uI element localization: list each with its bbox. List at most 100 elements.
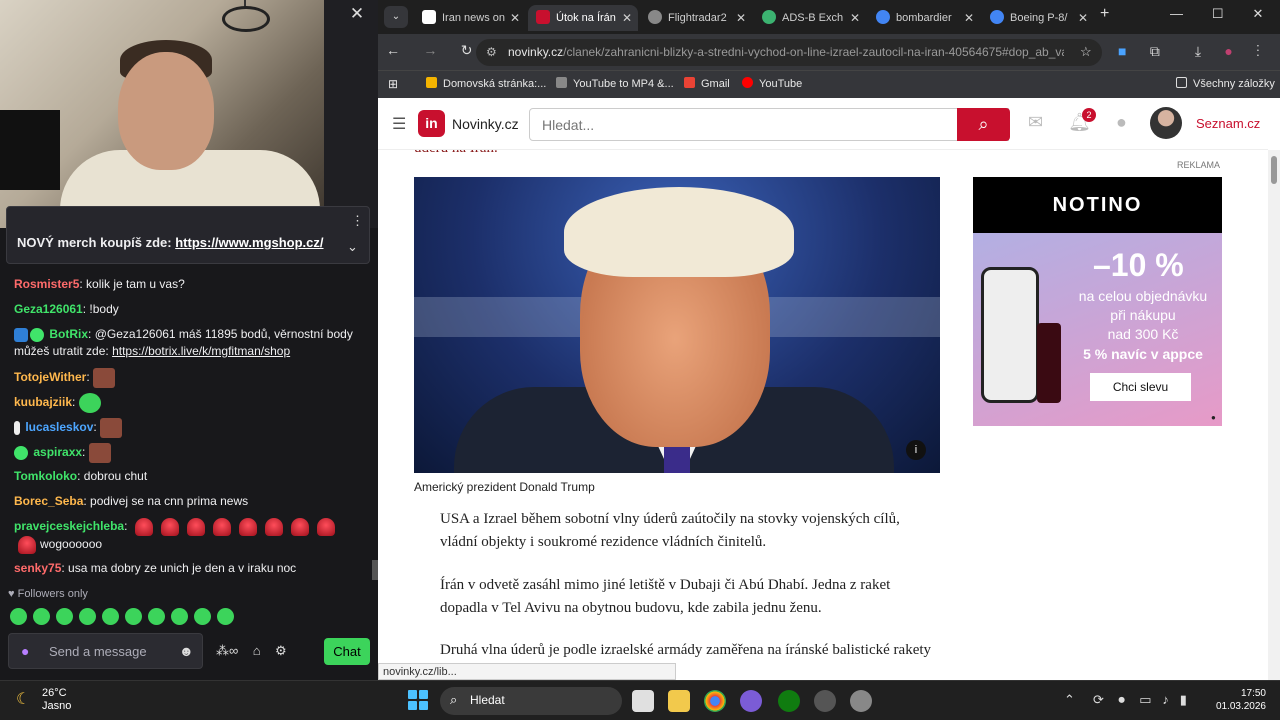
reload-icon[interactable]: ↻ <box>461 42 473 58</box>
chat-send-button[interactable]: Chat <box>324 638 370 665</box>
avatar[interactable] <box>1150 107 1182 139</box>
site-name[interactable]: Novinky.cz <box>452 116 519 132</box>
chat-link[interactable]: https://botrix.live/k/mgfitman/shop <box>112 344 290 358</box>
close-tab-icon[interactable]: ✕ <box>510 5 520 31</box>
emote-icon[interactable] <box>102 608 119 625</box>
chat-username[interactable]: Tomkoloko <box>14 469 77 483</box>
pinned-link[interactable]: https://www.mgshop.cz/ <box>175 235 323 250</box>
seznam-link[interactable]: Seznam.cz <box>1196 116 1260 131</box>
maximize-icon[interactable]: ☐ <box>1212 6 1224 21</box>
profile-icon[interactable]: ● <box>1224 43 1232 59</box>
chat-input[interactable]: ● Send a message ☻ <box>8 633 203 669</box>
chevron-up-icon[interactable]: ⌃ <box>1064 692 1075 707</box>
chat-username[interactable]: kuubajziik <box>14 395 72 409</box>
cloud-extension-icon[interactable]: ■ <box>1118 43 1126 59</box>
forward-icon[interactable]: → <box>423 42 437 58</box>
emote-icon[interactable] <box>171 608 188 625</box>
bookmark-item[interactable]: YouTube <box>742 77 802 90</box>
store-icon[interactable]: ⌂ <box>253 643 261 658</box>
chat-username[interactable]: pravejceskejchleba <box>14 519 124 533</box>
xbox-icon[interactable] <box>778 690 800 712</box>
volume-icon[interactable]: ♪ <box>1162 692 1169 707</box>
download-icon[interactable]: ⤓ <box>1195 43 1201 59</box>
chat-username[interactable]: lucasleskov <box>25 420 93 434</box>
emote-icon[interactable] <box>33 608 50 625</box>
chevron-down-icon[interactable]: ⌄ <box>347 239 358 255</box>
close-tab-icon[interactable]: ✕ <box>736 5 746 31</box>
chat-username[interactable]: Rosmister5 <box>14 277 79 291</box>
tab-adsb[interactable]: ADS-B Exch ✕ <box>754 5 866 31</box>
chat-username[interactable]: Borec_Seba <box>14 494 83 508</box>
emote-icon[interactable] <box>125 608 142 625</box>
extensions-icon[interactable]: ⧉ <box>1150 43 1160 59</box>
site-search-input[interactable]: Hledat... <box>529 108 1009 141</box>
app-icon[interactable] <box>740 690 762 712</box>
adchoices-icon[interactable]: ● <box>1211 413 1216 422</box>
microphone-icon[interactable]: ⏺ <box>1118 692 1125 707</box>
emote-icon[interactable] <box>217 608 234 625</box>
tab-search-icon[interactable]: ⌄ <box>384 6 408 28</box>
taskbar-search[interactable]: ⌕ Hledat <box>440 687 622 715</box>
site-info-icon[interactable]: ⚙ <box>486 45 497 59</box>
info-icon[interactable]: i <box>906 440 926 460</box>
scrollbar-thumb[interactable] <box>1271 156 1277 184</box>
close-tab-icon[interactable]: ✕ <box>622 5 632 31</box>
file-explorer-icon[interactable] <box>668 690 690 712</box>
ad-cta-button[interactable]: Chci slevu <box>1090 373 1191 401</box>
tab-boeing[interactable]: Boeing P-8/✕ <box>982 5 1094 31</box>
notino-ad[interactable]: NOTINO –10 % na celou objednávku při nák… <box>973 177 1222 426</box>
all-bookmarks[interactable]: Všechny záložky <box>1176 77 1275 90</box>
chat-username[interactable]: Geza126061 <box>14 302 83 316</box>
gear-icon[interactable]: ⚙ <box>275 643 287 658</box>
hamburger-menu-icon[interactable]: ☰ <box>392 114 406 134</box>
emote-icon[interactable] <box>148 608 165 625</box>
chat-username[interactable]: senky75 <box>14 561 61 575</box>
tab-utok-na-iran[interactable]: Útok na Írán ✕ <box>528 5 638 31</box>
article-photo[interactable]: i <box>414 177 940 473</box>
bookmark-item[interactable]: YouTube to MP4 &... <box>556 77 674 90</box>
mail-icon[interactable]: ✉ <box>1028 112 1043 132</box>
menu-icon[interactable]: ⋮ <box>1256 43 1260 59</box>
battery-icon[interactable]: ▮ <box>1180 692 1187 707</box>
bookmark-star-icon[interactable]: ☆ <box>1080 44 1092 60</box>
close-tab-icon[interactable]: ✕ <box>850 5 860 31</box>
emote-icon[interactable] <box>194 608 211 625</box>
emote-bar[interactable] <box>10 608 250 628</box>
microphone-icon[interactable]: ● <box>21 643 29 659</box>
sync-icon[interactable]: ⟳ <box>1093 692 1104 707</box>
emote-icon[interactable] <box>79 608 96 625</box>
tab-iran-news[interactable]: Iran news on ✕ <box>414 5 526 31</box>
apps-icon[interactable]: ⊞ <box>388 77 398 91</box>
more-options-icon[interactable]: ⋮ <box>351 213 364 229</box>
settings-icon[interactable] <box>850 690 872 712</box>
minimize-icon[interactable]: — <box>1170 6 1183 21</box>
weather-widget[interactable]: 26°C Jasno <box>42 687 71 713</box>
close-tab-icon[interactable]: ✕ <box>964 5 974 31</box>
search-button[interactable]: ⌕ <box>957 108 1010 141</box>
app-icon[interactable] <box>814 690 836 712</box>
chat-username[interactable]: TotojeWither <box>14 370 86 384</box>
tab-bombardier[interactable]: bombardier ✕ <box>868 5 980 31</box>
chat-username[interactable]: BotRix <box>49 327 88 341</box>
new-tab-icon[interactable]: + <box>1100 5 1109 23</box>
chrome-icon[interactable] <box>704 690 726 712</box>
clock[interactable]: 17:50 01.03.2026 <box>1214 687 1266 713</box>
address-bar[interactable]: ⚙ novinky.cz/clanek/zahranicni-blizky-a-… <box>476 39 1102 66</box>
chat-bubble-icon[interactable]: ● <box>1116 112 1127 132</box>
back-icon[interactable]: ← <box>386 42 400 58</box>
emoji-picker-icon[interactable]: ☻ <box>179 643 194 659</box>
bookmark-item[interactable]: Domovská stránka:... <box>426 77 546 90</box>
close-icon[interactable]: ✕ <box>346 4 368 24</box>
close-window-icon[interactable]: ✕ <box>1252 6 1263 21</box>
tab-flightradar[interactable]: Flightradar2 ✕ <box>640 5 752 31</box>
points-icon[interactable]: ⁂∞ <box>216 643 238 658</box>
windows-start-icon[interactable] <box>408 690 428 710</box>
novinky-logo[interactable]: in <box>418 110 445 137</box>
chat-username[interactable]: aspiraxx <box>33 445 82 459</box>
close-tab-icon[interactable]: ✕ <box>1078 5 1088 31</box>
bookmark-item[interactable]: Gmail <box>684 77 730 90</box>
network-icon[interactable]: ▭ <box>1139 692 1151 707</box>
emote-icon[interactable] <box>10 608 27 625</box>
task-view-icon[interactable] <box>632 690 654 712</box>
page-scrollbar[interactable] <box>1268 150 1280 680</box>
